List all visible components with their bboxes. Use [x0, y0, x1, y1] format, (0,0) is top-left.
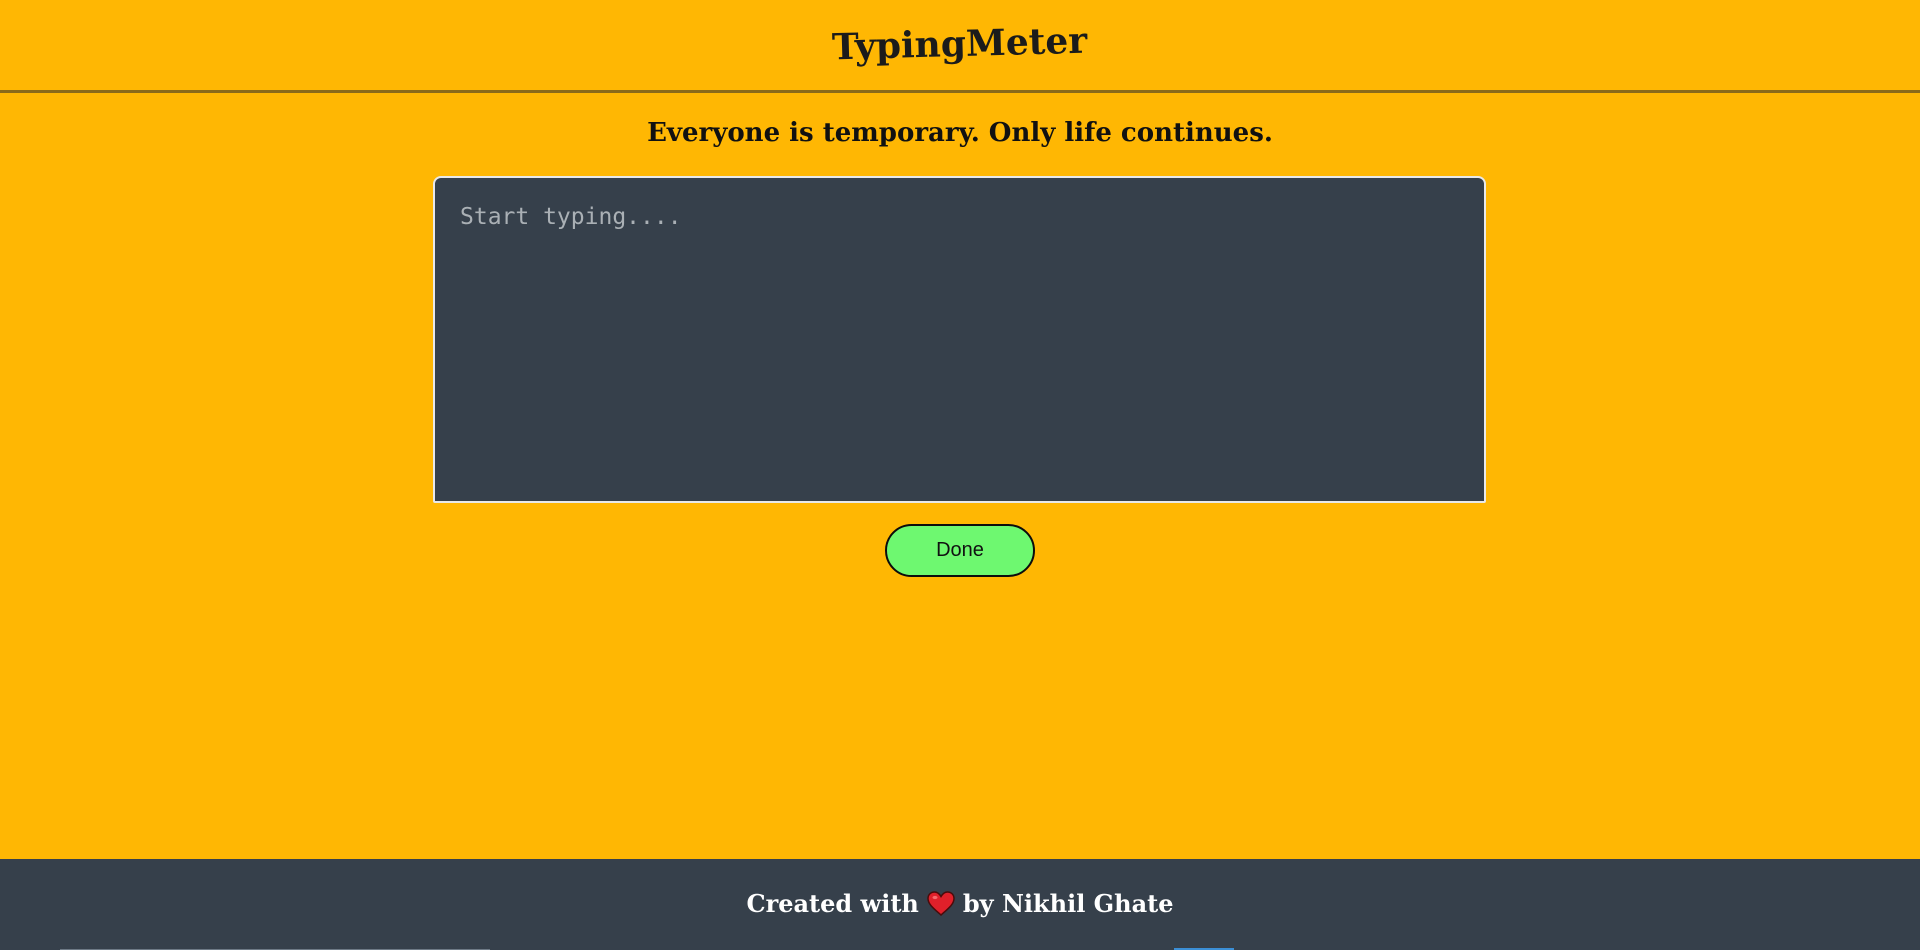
- heart-icon: [927, 890, 955, 917]
- footer: Created with by Nikhil Ghate: [0, 859, 1920, 950]
- footer-suffix: by Nikhil Ghate: [962, 889, 1174, 918]
- done-button[interactable]: Done: [885, 524, 1035, 577]
- quote-text: Everyone is temporary. Only life continu…: [647, 118, 1273, 148]
- footer-credit: Created with by Nikhil Ghate: [0, 889, 1920, 918]
- typing-input[interactable]: [433, 176, 1486, 503]
- app-logo[interactable]: TypingMeter: [832, 19, 1088, 68]
- header: TypingMeter: [0, 0, 1920, 93]
- footer-prefix: Created with: [746, 889, 919, 918]
- page: TypingMeter Everyone is temporary. Only …: [0, 0, 1920, 950]
